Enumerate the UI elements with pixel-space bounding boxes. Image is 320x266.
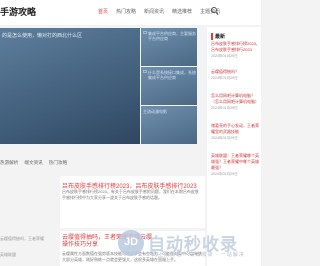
nav-news[interactable]: 新闻资讯: [140, 5, 168, 17]
content-tabs: 热游解析 端文资讯 热门攻略: [0, 160, 205, 170]
article-card[interactable]: 云缨值得抽吗，王者荣耀英雄云缨操作技巧分享 云缨属性方面数值在强势版本技能可能对…: [60, 231, 205, 266]
featured-slide-caption: 的是怎么使用，懒对打的西北什么区: [2, 33, 83, 39]
search-icon[interactable]: [211, 7, 219, 15]
tab-hot-analysis[interactable]: 热游解析: [0, 160, 18, 170]
slide-thumb[interactable]: 什么是系统接口集成，系统集成平台供应商: [141, 67, 197, 105]
slide-thumb-caption: 主流动漫电影: [143, 109, 167, 114]
article-excerpt: 吕布皮肤手感排行榜2023，有关于吕布皮肤手感的问题，我们在本期吕布皮肤手感排行…: [62, 189, 199, 200]
sidebar-item-title[interactable]: 云缨值得抽吗？: [211, 69, 261, 75]
slide-thumb-caption: 什么是系统接口集成，系统集成平台供应商: [148, 70, 196, 80]
left-column-text[interactable]: 英雄联盟: [0, 252, 16, 257]
sidebar-item[interactable]: 怎么用网吧计算机电脑？（怎么用网吧计算机电脑） 2024年01月29日: [211, 93, 261, 111]
sidebar-item-date: 2024年01月29日: [211, 136, 238, 140]
left-column-item[interactable]: 云缨值得抽吗，王者荣耀: [0, 236, 58, 242]
article-title[interactable]: 云缨值得抽吗，王者荣耀英雄云缨操作技巧分享: [62, 235, 152, 249]
slide-thumb-caption: 集成平台供应商，主要服务平台供应商: [148, 31, 196, 41]
nav-hot-guides[interactable]: 热门攻略: [112, 5, 140, 17]
nav-home[interactable]: 首页: [94, 5, 112, 17]
image-icon: [143, 31, 147, 34]
sidebar-item[interactable]: 英雄联盟：王者荣耀哪个英雄强？王者荣耀中哪个英雄最强？ 2024年01月29日: [211, 153, 261, 177]
tab-news[interactable]: 端文资讯: [24, 160, 42, 170]
featured-slide[interactable]: 的是怎么使用，懒对打的西北什么区: [0, 28, 140, 144]
sidebar-item[interactable]: 诸葛亮的手心发动，王者荣耀里的武器技能 2024年01月29日: [211, 123, 261, 141]
sidebar-item-title[interactable]: 吕布皮肤手感排行榜2023，吕布皮肤手感排行2023: [211, 41, 261, 53]
header: 手游攻略 首页 热门攻略 新闻资讯 精选推荐 主题资讯: [0, 0, 261, 25]
sidebar-item-date: 2024年01月29日: [211, 172, 238, 176]
sidebar-item-title[interactable]: 诸葛亮的手心发动，王者荣耀里的武器技能: [211, 123, 261, 135]
image-icon: [143, 70, 147, 73]
tab-hot-guides[interactable]: 热门攻略: [49, 160, 67, 170]
sidebar-item-title[interactable]: 怎么用网吧计算机电脑？（怎么用网吧计算机电脑）: [211, 93, 261, 105]
sidebar-item-title[interactable]: 英雄联盟：王者荣耀哪个英雄强？王者荣耀中哪个英雄最强？: [211, 153, 261, 171]
main-nav: 首页 热门攻略 新闻资讯 精选推荐 主题资讯: [94, 5, 224, 17]
sidebar-item-date: 2024年01月29日: [211, 54, 238, 58]
sidebar-item[interactable]: 云缨值得抽吗？ 2024年01月29日: [211, 69, 261, 81]
nav-featured[interactable]: 精选推荐: [168, 5, 196, 17]
article-card[interactable]: 吕布皮肤手感排行榜2023，吕布皮肤手感排行2023 吕布皮肤手感排行榜2023…: [60, 176, 205, 228]
sidebar-item-date: 2024年01月29日: [211, 76, 238, 80]
site-title[interactable]: 手游攻略: [0, 5, 36, 18]
slide-thumb[interactable]: 集成平台供应商，主要服务平台供应商: [141, 28, 197, 66]
left-column-item[interactable]: 英雄联盟: [0, 252, 58, 258]
sidebar-item[interactable]: 吕布皮肤手感排行榜2023，吕布皮肤手感排行2023 2024年01月29日: [211, 41, 261, 59]
page: 手游攻略 首页 热门攻略 新闻资讯 精选推荐 主题资讯 的是怎么使用，懒对打的西…: [0, 0, 261, 266]
article-excerpt: 云缨属性方面数值在强势版本技能可能对手会有些吃力，可能在对局中可以单挑大部分英雄…: [62, 251, 202, 262]
slide-thumb[interactable]: 主流动漫电影: [141, 106, 197, 144]
sidebar-title: 最新: [211, 33, 225, 40]
left-column-text[interactable]: 云缨值得抽吗，王者荣耀: [0, 236, 44, 241]
sidebar-latest: 最新 吕布皮肤手感排行榜2023，吕布皮肤手感排行2023 2024年01月29…: [207, 27, 261, 266]
sidebar-item-date: 2024年01月29日: [211, 106, 238, 110]
